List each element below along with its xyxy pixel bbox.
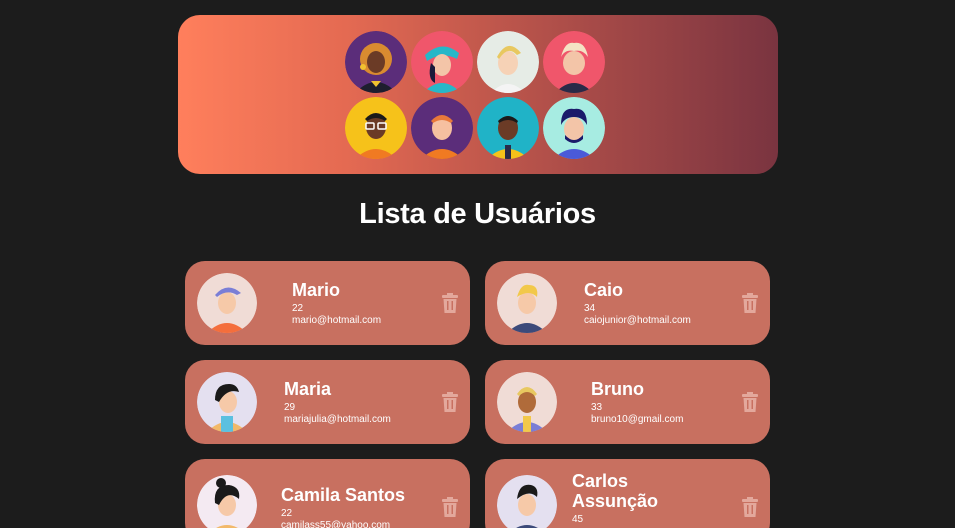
banner-avatar [477,31,539,93]
banner-avatar [543,31,605,93]
user-card: Carlos Assunção 45 [485,459,770,528]
user-info: Camila Santos 22 camilass55@yahoo.com [281,485,405,528]
user-age: 22 [281,508,293,519]
banner-avatar [345,31,407,93]
user-email: mariajulia@hotmail.com [284,414,391,425]
user-age: 29 [284,402,296,413]
user-age: 34 [584,303,596,314]
user-avatar [197,475,257,528]
trash-icon[interactable] [442,392,458,412]
trash-icon[interactable] [742,392,758,412]
user-avatar [497,372,557,432]
user-avatar [497,273,557,333]
user-info: Carlos Assunção 45 [572,471,682,526]
user-email: caiojunior@hotmail.com [584,315,691,326]
trash-icon[interactable] [742,293,758,313]
user-card: Maria 29 mariajulia@hotmail.com [185,360,470,444]
user-info: Caio 34 caiojunior@hotmail.com [584,280,691,327]
user-card: Mario 22 mario@hotmail.com [185,261,470,345]
user-age: 45 [572,514,584,525]
user-avatar [197,372,257,432]
banner-avatar [411,97,473,159]
user-name: Maria [284,379,332,399]
user-avatar [197,273,257,333]
user-email: camilass55@yahoo.com [281,520,391,528]
user-age: 33 [591,402,603,413]
banner-avatar [543,97,605,159]
user-card: Caio 34 caiojunior@hotmail.com [485,261,770,345]
user-name: Mario [292,280,341,300]
user-name: Bruno [591,379,644,399]
trash-icon[interactable] [442,497,458,517]
trash-icon[interactable] [442,293,458,313]
banner-avatar [477,97,539,159]
user-info: Bruno 33 bruno10@gmail.com [591,379,683,426]
banner-avatar [411,31,473,93]
user-name: Camila Santos [281,485,406,505]
user-avatar [497,475,557,528]
page-title: Lista de Usuários [359,198,596,230]
banner-avatar [345,97,407,159]
trash-icon[interactable] [742,497,758,517]
user-card: Camila Santos 22 camilass55@yahoo.com [185,459,470,528]
user-name: Carlos Assunção [572,471,659,511]
user-email: mario@hotmail.com [292,315,382,326]
user-email: bruno10@gmail.com [591,414,684,425]
user-age: 22 [292,303,304,314]
user-card: Bruno 33 bruno10@gmail.com [485,360,770,444]
user-info: Mario 22 mario@hotmail.com [292,280,381,327]
user-info: Maria 29 mariajulia@hotmail.com [284,379,391,426]
banner-avatar-grid [343,31,611,163]
user-name: Caio [584,280,624,300]
